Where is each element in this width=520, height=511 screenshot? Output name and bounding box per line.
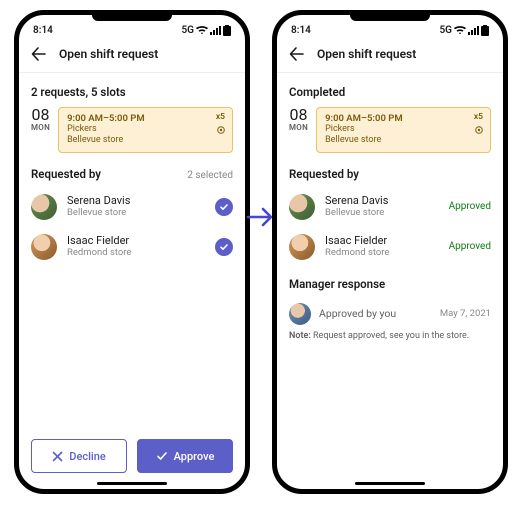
selected-count: 2 selected <box>187 170 233 181</box>
summary-text: 2 requests, 5 slots <box>31 85 233 99</box>
requested-by-label: Requested by <box>289 167 359 181</box>
date-number: 08 <box>31 107 50 124</box>
back-icon[interactable] <box>31 46 47 62</box>
location-icon <box>474 126 484 136</box>
manager-note: Note: Request approved, see you in the s… <box>289 331 491 341</box>
requester-name: Isaac Fielder <box>67 234 205 247</box>
status-time: 8:14 <box>33 25 53 36</box>
shift-count: x5 <box>216 112 225 122</box>
requested-by-label: Requested by <box>31 167 101 181</box>
status-network: 5G <box>181 25 194 36</box>
manager-response-text: Approved by you <box>319 307 432 320</box>
avatar <box>31 234 57 260</box>
requester-name: Serena Davis <box>325 194 439 207</box>
close-icon <box>52 451 63 462</box>
status-approved: Approved <box>449 241 491 252</box>
page-title: Open shift request <box>317 47 416 61</box>
status-time: 8:14 <box>291 25 311 36</box>
requester-name: Serena Davis <box>67 194 205 207</box>
requester-store: Redmond store <box>67 247 205 258</box>
shift-role: Pickers <box>325 124 482 135</box>
requester-row[interactable]: Serena Davis Bellevue store Approved <box>289 187 491 227</box>
date-dow: MON <box>289 124 308 132</box>
note-label: Note: <box>289 331 311 341</box>
signal-icon <box>468 26 479 35</box>
page-title: Open shift request <box>59 47 158 61</box>
requester-store: Bellevue store <box>325 207 439 218</box>
wifi-icon <box>196 26 208 35</box>
selected-check-icon[interactable] <box>215 198 233 216</box>
shift-count: x5 <box>474 112 483 122</box>
phone-after: 8:14 5G Open shift request Completed 08 <box>272 10 508 494</box>
avatar <box>289 194 315 220</box>
manager-response-row: Approved by you May 7, 2021 <box>289 297 491 327</box>
shift-row: 08 MON 9:00 AM–5:00 PM Pickers Bellevue … <box>289 107 491 153</box>
requester-store: Redmond store <box>325 247 439 258</box>
decline-button[interactable]: Decline <box>31 439 127 473</box>
signal-icon <box>210 26 221 35</box>
requester-row[interactable]: Isaac Fielder Redmond store <box>31 227 233 267</box>
approve-button[interactable]: Approve <box>137 439 233 473</box>
requester-row[interactable]: Isaac Fielder Redmond store Approved <box>289 227 491 267</box>
note-text: Request approved, see you in the store. <box>313 331 469 341</box>
requester-row[interactable]: Serena Davis Bellevue store <box>31 187 233 227</box>
summary-text: Completed <box>289 85 491 99</box>
action-footer: Decline Approve <box>19 429 245 489</box>
shift-location: Bellevue store <box>325 135 482 146</box>
battery-icon <box>481 25 489 36</box>
approve-label: Approve <box>174 450 215 463</box>
shift-card[interactable]: 9:00 AM–5:00 PM Pickers Bellevue store x… <box>58 107 233 153</box>
shift-card[interactable]: 9:00 AM–5:00 PM Pickers Bellevue store x… <box>316 107 491 153</box>
date-dow: MON <box>31 124 50 132</box>
status-network: 5G <box>439 25 452 36</box>
shift-time: 9:00 AM–5:00 PM <box>67 113 224 124</box>
selected-check-icon[interactable] <box>215 238 233 256</box>
avatar <box>31 194 57 220</box>
app-bar: Open shift request <box>277 40 503 73</box>
home-indicator <box>97 482 167 485</box>
decline-label: Decline <box>69 450 105 463</box>
requester-name: Isaac Fielder <box>325 234 439 247</box>
status-bar: 8:14 5G <box>19 15 245 40</box>
manager-response-date: May 7, 2021 <box>440 308 491 319</box>
shift-row: 08 MON 9:00 AM–5:00 PM Pickers Bellevue … <box>31 107 233 153</box>
shift-location: Bellevue store <box>67 135 224 146</box>
avatar <box>289 234 315 260</box>
manager-response-label: Manager response <box>289 277 385 291</box>
phone-before: 8:14 5G Open shift request 2 requests, 5… <box>14 10 250 494</box>
checkmark-icon <box>156 450 168 462</box>
avatar <box>289 303 311 325</box>
back-icon[interactable] <box>289 46 305 62</box>
shift-role: Pickers <box>67 124 224 135</box>
arrow-icon <box>246 206 274 228</box>
app-bar: Open shift request <box>19 40 245 73</box>
requester-store: Bellevue store <box>67 207 205 218</box>
status-approved: Approved <box>449 201 491 212</box>
shift-time: 9:00 AM–5:00 PM <box>325 113 482 124</box>
status-bar: 8:14 5G <box>277 15 503 40</box>
home-indicator <box>355 482 425 485</box>
wifi-icon <box>454 26 466 35</box>
date-number: 08 <box>289 107 308 124</box>
battery-icon <box>223 25 231 36</box>
location-icon <box>216 126 226 136</box>
